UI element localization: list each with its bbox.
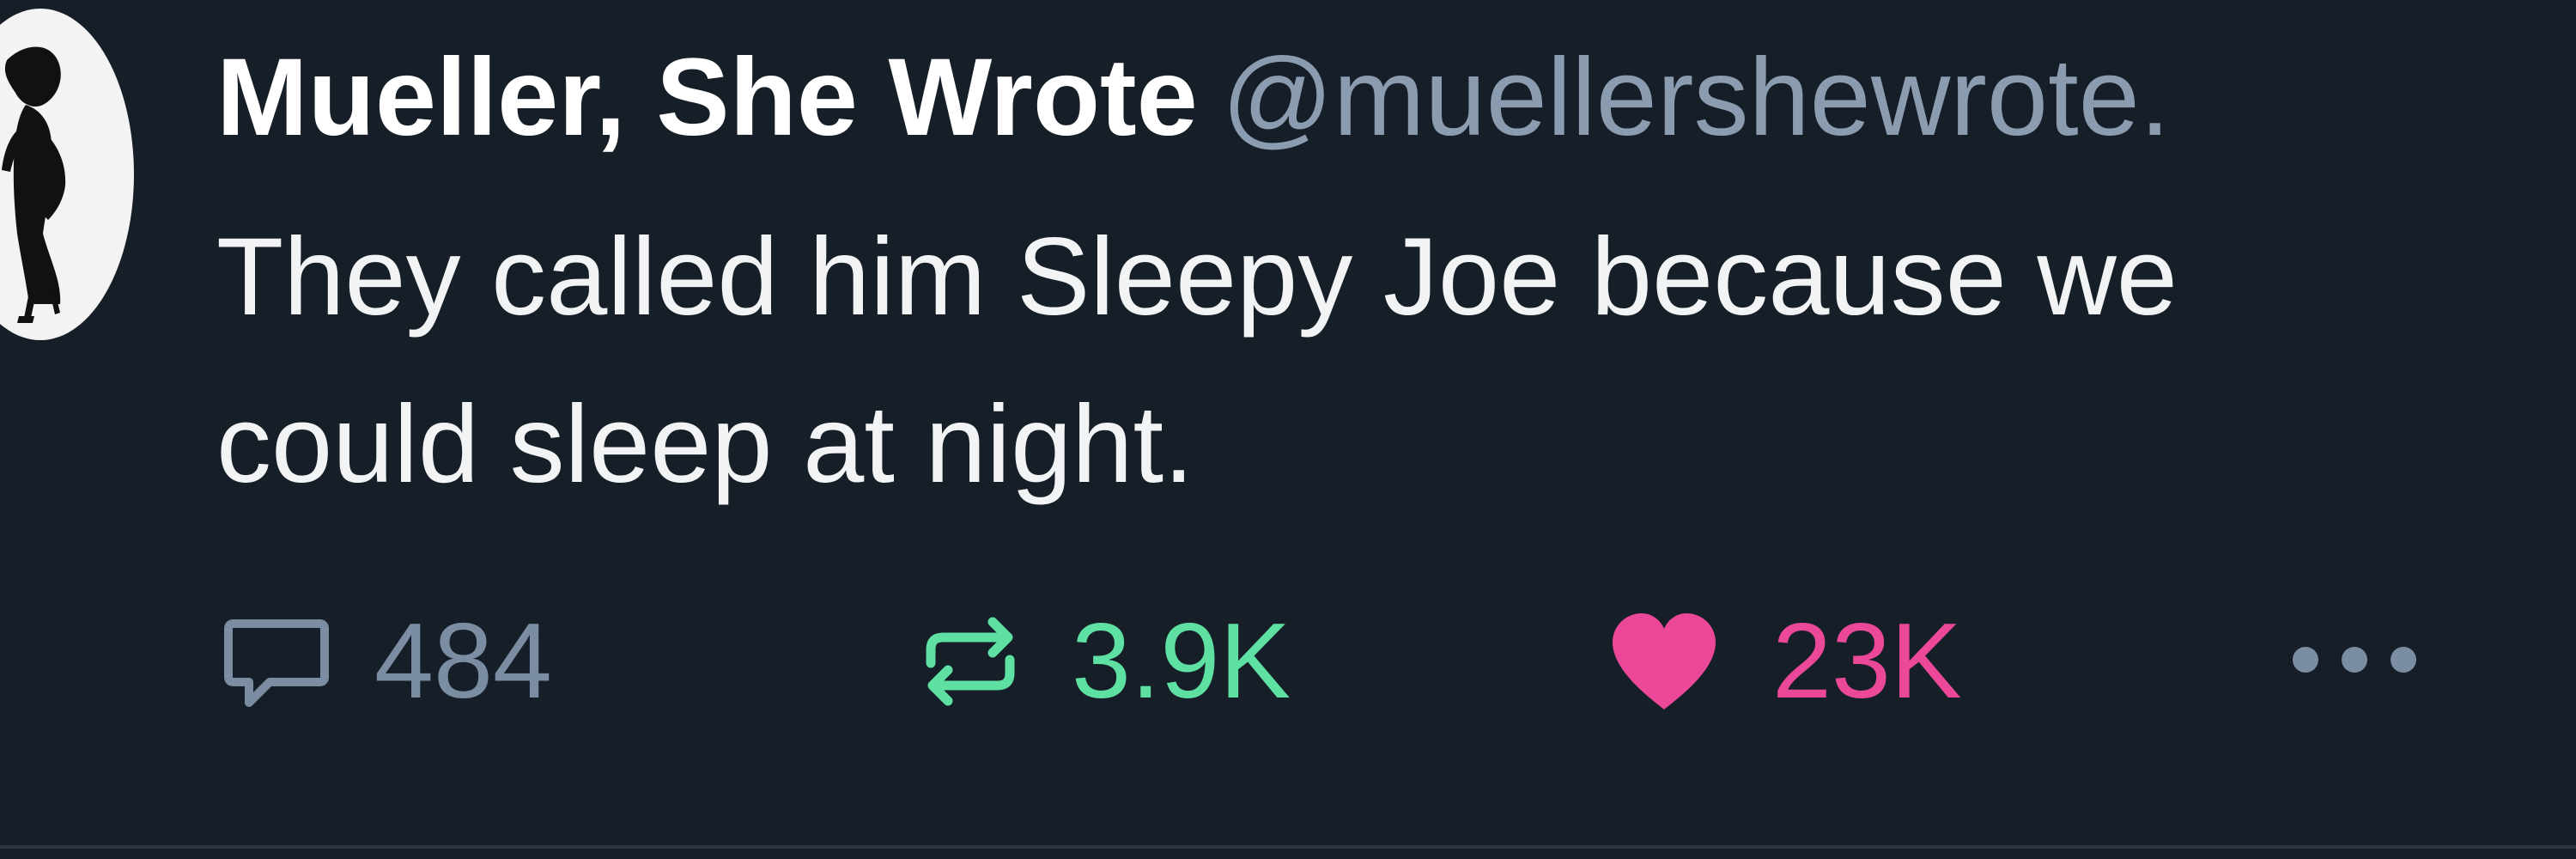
more-options-button[interactable] <box>2293 597 2439 726</box>
like-button[interactable]: 23K <box>1604 597 1962 726</box>
heart-icon <box>1613 613 1716 710</box>
reply-count: 484 <box>374 602 552 721</box>
post-action-bar: 484 3.9K 23K <box>0 597 2576 726</box>
silhouette-woman-avatar-icon <box>2 46 66 323</box>
speech-bubble-icon <box>224 619 329 707</box>
author-handle[interactable]: @muellershewrote. <box>1222 36 2171 159</box>
like-count: 23K <box>1772 602 1962 721</box>
post-text-line: could sleep at night. <box>216 383 1194 506</box>
author-avatar[interactable] <box>0 9 134 340</box>
repost-count: 3.9K <box>1072 602 1291 721</box>
post-text-line: They called him Sleepy Joe because we <box>216 216 2178 338</box>
more-dots-icon <box>2293 646 2439 677</box>
post-header: Mueller, She Wrote @muellershewrote. <box>216 21 2170 175</box>
reply-button[interactable]: 484 <box>216 597 552 726</box>
post-card[interactable]: Mueller, She Wrote @muellershewrote. They… <box>0 0 2576 845</box>
next-post-edge <box>0 849 2576 859</box>
repost-button[interactable]: 3.9K <box>910 597 1291 726</box>
post-text: They called him Sleepy Joe because we co… <box>216 193 2576 528</box>
author-display-name[interactable]: Mueller, She Wrote <box>216 36 1198 159</box>
repost-arrows-icon <box>926 617 1015 706</box>
